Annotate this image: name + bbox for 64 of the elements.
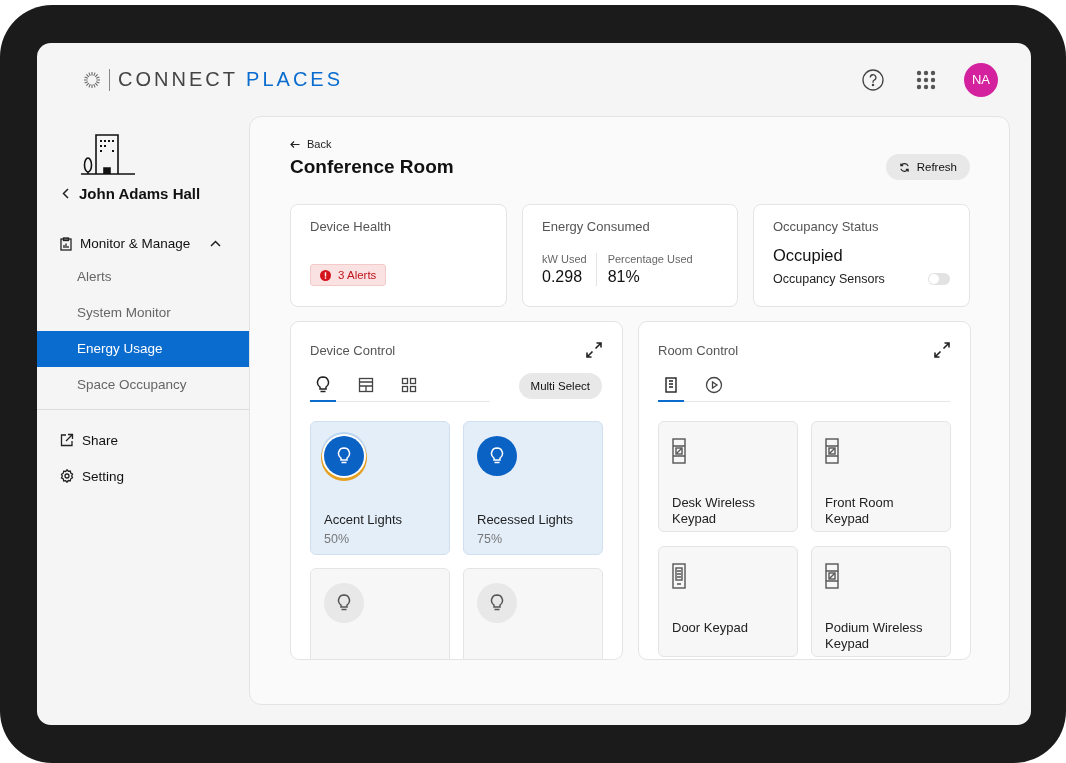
keypad-name: Door Keypad xyxy=(672,620,749,636)
keypad-name: Front Room Keypad xyxy=(825,495,895,527)
sidebar-item[interactable]: System Monitor xyxy=(37,295,249,331)
user-avatar[interactable]: NA xyxy=(964,62,998,97)
window-shade-icon xyxy=(358,377,374,393)
keypad-card[interactable]: Podium Wireless Keypad xyxy=(811,546,951,657)
share-icon xyxy=(60,433,74,447)
metric-label: kW Used xyxy=(542,253,587,265)
alert-icon xyxy=(320,269,331,281)
expand-icon[interactable] xyxy=(586,342,602,358)
sensor-toggle[interactable] xyxy=(928,273,950,285)
device-card[interactable]: Accent Lights 50% xyxy=(310,421,450,555)
sidebar-item[interactable]: Alerts xyxy=(37,259,249,295)
keypad-name: Desk Wireless Keypad xyxy=(672,495,757,527)
building-icon xyxy=(80,133,136,175)
keypad-icon xyxy=(665,377,677,393)
keypad-icon xyxy=(672,438,686,464)
keypad-card[interactable]: Front Room Keypad xyxy=(811,421,951,532)
panel-title: Device Control xyxy=(310,342,396,358)
alerts-badge[interactable]: 3 Alerts xyxy=(310,264,387,286)
occupancy-status: Occupied xyxy=(773,246,844,265)
sidebar-link[interactable]: Setting xyxy=(37,458,249,494)
sensor-label: Occupancy Sensors xyxy=(773,272,885,286)
play-circle-icon xyxy=(705,376,723,394)
card-title: Occupancy Status xyxy=(773,219,880,234)
sun-logo-icon xyxy=(83,70,101,89)
card-title: Energy Consumed xyxy=(542,219,651,234)
keypad-name: Podium Wireless Keypad xyxy=(825,620,924,652)
metric-value: 81% xyxy=(607,268,641,286)
panel-title: Room Control xyxy=(658,342,739,358)
device-card[interactable]: Recessed Lights 75% xyxy=(463,421,603,555)
page-title: Conference Room xyxy=(290,156,454,178)
keypad-card[interactable]: Door Keypad xyxy=(658,546,798,657)
expand-icon[interactable] xyxy=(934,342,950,358)
refresh-button[interactable]: Refresh xyxy=(885,154,970,180)
clipboard-chart-icon xyxy=(60,236,72,251)
apps-grid-icon[interactable] xyxy=(916,69,936,90)
refresh-icon xyxy=(898,161,910,173)
back-link[interactable]: Back xyxy=(290,138,454,150)
multi-select-button[interactable]: Multi Select xyxy=(518,373,602,399)
device-level: 75% xyxy=(477,532,504,546)
keypad-icon xyxy=(825,563,839,589)
logo-text: CONNECT PLACES xyxy=(118,68,344,91)
arrow-left-icon xyxy=(290,140,300,148)
grid-icon xyxy=(401,377,417,393)
chevron-up-icon xyxy=(210,240,222,247)
bulb-icon xyxy=(316,376,330,394)
settings-icon xyxy=(60,469,74,483)
device-level: 50% xyxy=(324,532,351,546)
keypad-icon xyxy=(672,563,686,589)
building-name: John Adams Hall xyxy=(79,185,201,202)
keypad-icon xyxy=(825,438,839,464)
sidebar-link[interactable]: Share xyxy=(37,422,249,458)
chevron-left-icon[interactable] xyxy=(62,188,69,199)
help-icon[interactable] xyxy=(862,68,884,91)
device-name: Recessed Lights xyxy=(477,512,575,528)
metric-value: 0.298 xyxy=(542,268,584,286)
metric-label: Percentage Used xyxy=(607,253,693,265)
card-title: Device Health xyxy=(310,219,392,234)
menu-section[interactable]: Monitor & Manage xyxy=(37,202,249,259)
sidebar-item[interactable]: Energy Usage xyxy=(37,331,249,367)
keypad-card[interactable]: Desk Wireless Keypad xyxy=(658,421,798,532)
sidebar-item[interactable]: Space Occupancy xyxy=(37,367,249,403)
device-name: Accent Lights xyxy=(324,512,404,528)
